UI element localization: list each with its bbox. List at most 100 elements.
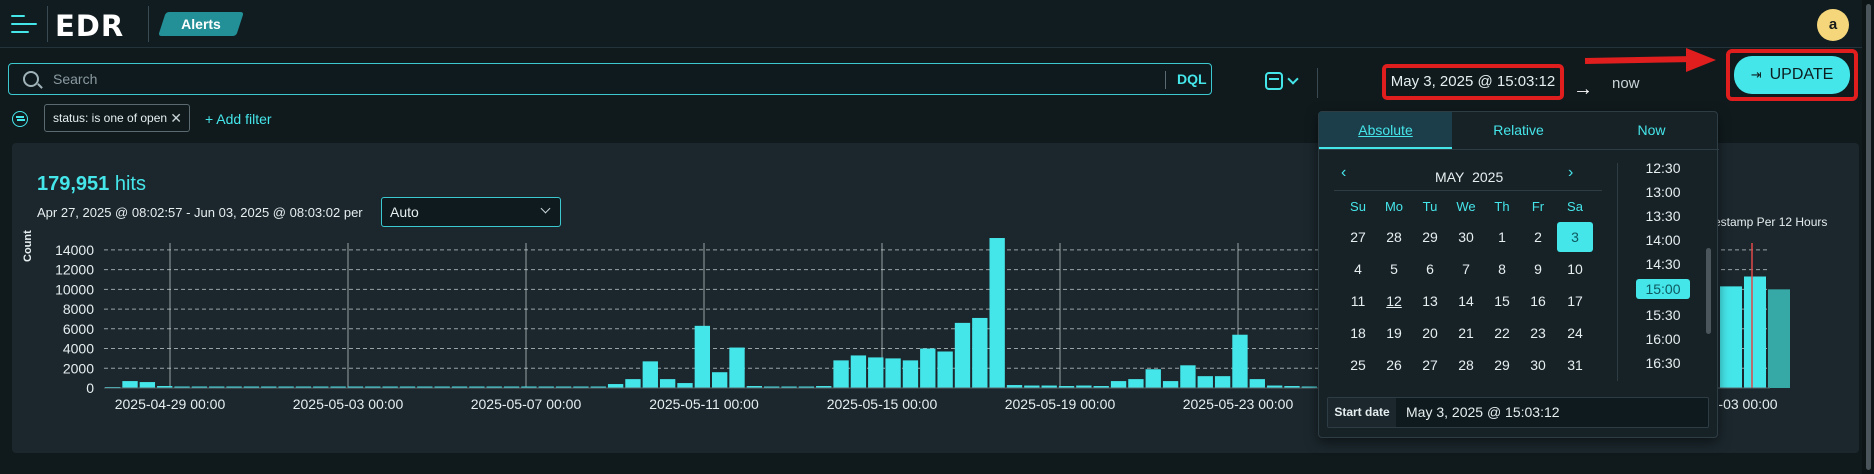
annotation-arrow <box>1584 56 1696 64</box>
calendar-day[interactable]: 13 <box>1412 286 1448 316</box>
year-label: 2025 <box>1472 169 1504 185</box>
annotation-arrow-head <box>1686 48 1716 72</box>
quick-menu-button[interactable] <box>1265 70 1301 94</box>
divider <box>1319 149 1719 150</box>
app-logo: EDR <box>55 9 125 43</box>
month-label: MAY <box>1435 169 1465 185</box>
calendar-day[interactable]: 31 <box>1557 350 1593 380</box>
filter-icon[interactable] <box>12 111 28 127</box>
calendar-day[interactable]: 15 <box>1484 286 1520 316</box>
y-axis-label: Count <box>22 230 34 262</box>
interval-value: Auto <box>390 204 419 220</box>
chevron-right-icon[interactable]: › <box>1568 164 1573 182</box>
time-option[interactable]: 16:00 <box>1636 329 1690 349</box>
start-date-button[interactable]: May 3, 2025 @ 15:03:12 <box>1382 64 1564 100</box>
calendar-day[interactable]: 19 <box>1376 318 1412 348</box>
start-date-label: Start date <box>1328 398 1396 427</box>
calendar-icon <box>1265 72 1283 90</box>
weekday-header: Fr <box>1531 199 1545 214</box>
weekday-header: Su <box>1350 199 1366 214</box>
calendar-day[interactable]: 11 <box>1340 286 1376 316</box>
divider <box>47 6 48 42</box>
calendar-day[interactable]: 29 <box>1412 222 1448 252</box>
avatar[interactable]: a <box>1817 9 1849 41</box>
tab-relative[interactable]: Relative <box>1452 112 1585 149</box>
start-date-input[interactable]: May 3, 2025 @ 15:03:12 <box>1406 398 1560 427</box>
end-date-button[interactable]: now <box>1612 75 1640 92</box>
calendar-day[interactable]: 20 <box>1412 318 1448 348</box>
calendar-day[interactable]: 17 <box>1557 286 1593 316</box>
weekday-header: Sa <box>1567 199 1583 214</box>
chevron-left-icon[interactable]: ‹ <box>1341 164 1346 182</box>
calendar-day[interactable]: 10 <box>1557 254 1593 284</box>
chart-interval-label: estamp Per 12 Hours <box>1714 215 1828 229</box>
arrow-right-icon: → <box>1573 78 1593 100</box>
scrollbar-thumb[interactable] <box>1866 4 1871 470</box>
time-option[interactable]: 13:00 <box>1636 182 1690 202</box>
calendar-day[interactable]: 12 <box>1376 286 1412 316</box>
filter-pill-label: status: is one of open <box>53 111 168 125</box>
calendar-day[interactable]: 26 <box>1376 350 1412 380</box>
calendar-day[interactable]: 28 <box>1376 222 1412 252</box>
start-date-field: Start date May 3, 2025 @ 15:03:12 <box>1327 397 1709 428</box>
update-button[interactable]: ⇥ UPDATE <box>1734 56 1850 94</box>
time-option[interactable]: 14:30 <box>1636 254 1690 274</box>
filter-pill[interactable]: status: is one of open ✕ <box>44 104 190 132</box>
search-bar: DQL <box>8 63 1212 95</box>
divider <box>1617 163 1618 381</box>
calendar-day[interactable]: 6 <box>1412 254 1448 284</box>
chevron-down-icon <box>540 203 551 214</box>
breadcrumb-alerts[interactable]: Alerts <box>162 12 240 36</box>
time-option[interactable]: 15:00 <box>1636 279 1690 299</box>
time-option[interactable]: 15:30 <box>1636 305 1690 325</box>
date-range-text: Apr 27, 2025 @ 08:02:57 - Jun 03, 2025 @… <box>37 205 363 220</box>
calendar-day[interactable]: 3 <box>1557 222 1593 252</box>
interval-select[interactable]: Auto <box>381 197 561 227</box>
calendar-day[interactable]: 8 <box>1484 254 1520 284</box>
hits-number: 179,951 <box>37 173 110 195</box>
refresh-icon: ⇥ <box>1750 67 1762 82</box>
menu-icon[interactable] <box>11 12 37 36</box>
time-option[interactable]: 12:30 <box>1636 158 1690 178</box>
tab-absolute[interactable]: Absolute <box>1319 112 1452 149</box>
chevron-down-icon <box>1287 73 1299 85</box>
add-filter-button[interactable]: + Add filter <box>205 111 272 127</box>
time-option[interactable]: 13:30 <box>1636 206 1690 226</box>
calendar-day[interactable]: 30 <box>1448 222 1484 252</box>
calendar-day[interactable]: 24 <box>1557 318 1593 348</box>
query-language-button[interactable]: DQL <box>1177 71 1207 87</box>
calendar-day[interactable]: 9 <box>1520 254 1556 284</box>
weekday-header: Mo <box>1384 199 1404 214</box>
tab-now[interactable]: Now <box>1585 112 1718 149</box>
calendar-day[interactable]: 18 <box>1340 318 1376 348</box>
calendar-day[interactable]: 4 <box>1340 254 1376 284</box>
close-icon[interactable]: ✕ <box>170 105 182 131</box>
update-label: UPDATE <box>1769 66 1834 83</box>
calendar-day[interactable]: 25 <box>1340 350 1376 380</box>
calendar-day[interactable]: 5 <box>1376 254 1412 284</box>
divider <box>1317 68 1318 98</box>
time-scrollbar[interactable] <box>1706 248 1711 334</box>
top-bar <box>0 0 1874 48</box>
time-option[interactable]: 14:00 <box>1636 230 1690 250</box>
calendar-day[interactable]: 27 <box>1412 350 1448 380</box>
calendar-day[interactable]: 7 <box>1448 254 1484 284</box>
calendar-day[interactable]: 1 <box>1484 222 1520 252</box>
divider <box>148 6 149 42</box>
month-year-title: MAY 2025 <box>1435 169 1503 185</box>
calendar-day[interactable]: 2 <box>1520 222 1556 252</box>
calendar-day[interactable]: 27 <box>1340 222 1376 252</box>
calendar-day[interactable]: 28 <box>1448 350 1484 380</box>
calendar-day[interactable]: 23 <box>1520 318 1556 348</box>
calendar-day[interactable]: 30 <box>1520 350 1556 380</box>
calendar-day[interactable]: 22 <box>1484 318 1520 348</box>
weekday-header: We <box>1456 199 1476 214</box>
calendar-day[interactable]: 16 <box>1520 286 1556 316</box>
divider <box>1334 190 1602 191</box>
calendar-day[interactable]: 14 <box>1448 286 1484 316</box>
calendar-day[interactable]: 21 <box>1448 318 1484 348</box>
hits-count: 179,951 hits <box>37 173 146 196</box>
time-option[interactable]: 16:30 <box>1636 353 1690 373</box>
search-input[interactable] <box>53 69 1153 89</box>
calendar-day[interactable]: 29 <box>1484 350 1520 380</box>
